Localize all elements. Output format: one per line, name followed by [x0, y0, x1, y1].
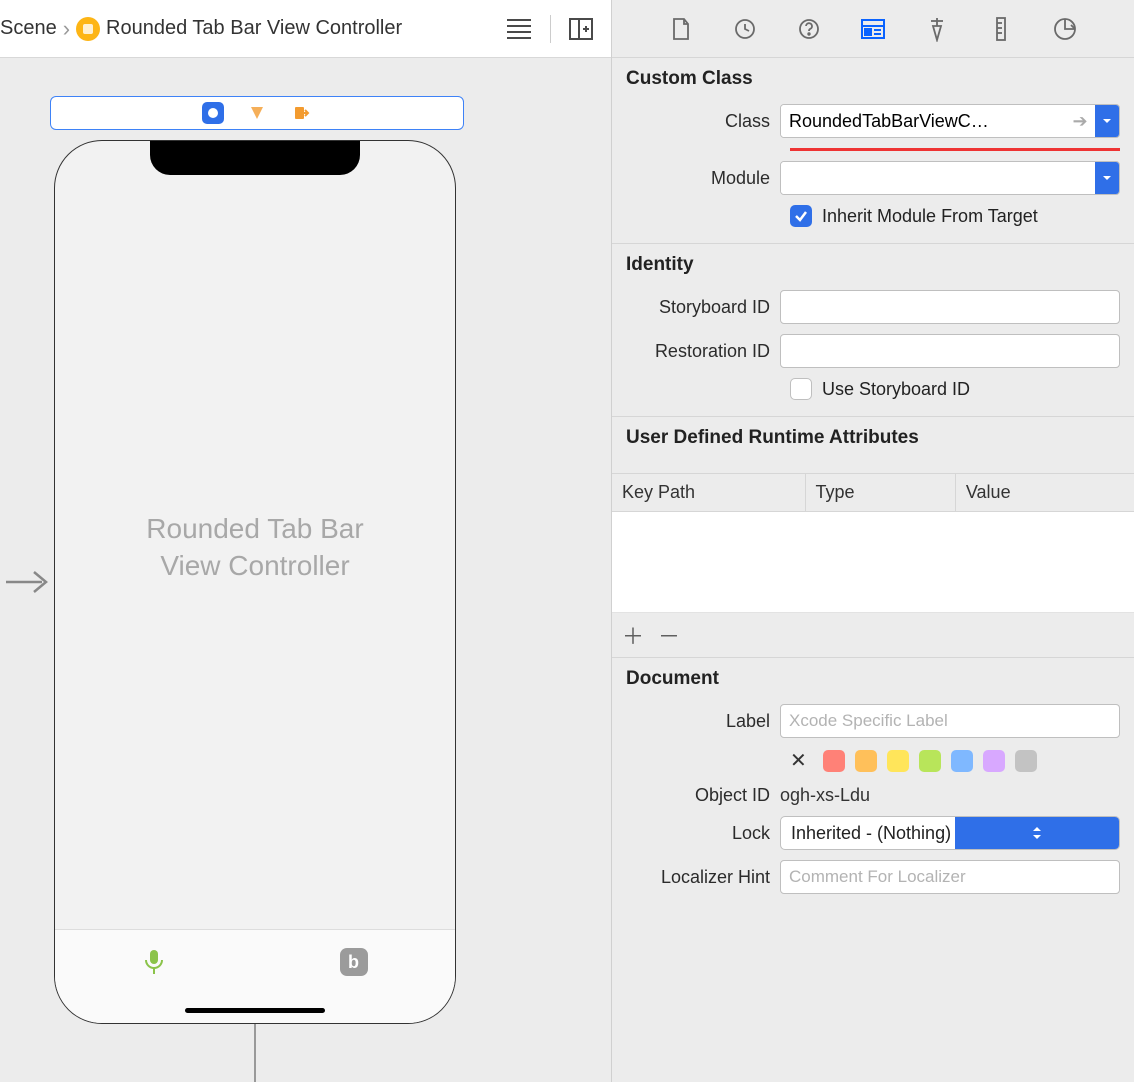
home-indicator	[185, 1008, 325, 1013]
localizer-hint-label: Localizer Hint	[626, 867, 780, 888]
clear-label-color-icon[interactable]: ✕	[790, 748, 807, 773]
udra-col-type[interactable]: Type	[806, 474, 956, 511]
inherit-module-checkbox[interactable]	[790, 205, 812, 227]
tab-item-b-icon[interactable]: b	[340, 948, 368, 976]
first-responder-icon[interactable]	[246, 102, 268, 124]
device-notch	[150, 141, 360, 175]
udra-col-keypath[interactable]: Key Path	[612, 474, 806, 511]
document-section: Document Label ✕ Object ID ogh-xs-Ldu Lo…	[612, 658, 1134, 920]
object-id-value: ogh-xs-Ldu	[780, 785, 1120, 806]
swatch-gray[interactable]	[1015, 750, 1037, 772]
viewcontroller-object-icon[interactable]	[202, 102, 224, 124]
swatch-purple[interactable]	[983, 750, 1005, 772]
module-combobox[interactable]	[780, 161, 1120, 195]
udra-table-header: Key Path Type Value	[612, 473, 1134, 512]
swatch-yellow[interactable]	[887, 750, 909, 772]
use-storyboard-id-checkbox[interactable]	[790, 378, 812, 400]
size-inspector-tab-icon[interactable]	[986, 14, 1016, 44]
swatch-green[interactable]	[919, 750, 941, 772]
help-inspector-tab-icon[interactable]	[794, 14, 824, 44]
udra-section: User Defined Runtime Attributes Key Path…	[612, 417, 1134, 658]
document-title: Document	[626, 668, 1120, 690]
scene-object-bar[interactable]	[50, 96, 464, 130]
udra-col-value[interactable]: Value	[956, 474, 1134, 511]
restoration-id-label: Restoration ID	[626, 341, 780, 362]
canvas-area: Scene › Rounded Tab Bar View Controller	[0, 0, 612, 1082]
class-input[interactable]	[781, 105, 1065, 137]
segue-line	[254, 1024, 256, 1082]
separator	[550, 15, 551, 43]
label-color-swatches: ✕	[790, 748, 1120, 773]
module-dropdown-icon[interactable]	[1095, 162, 1119, 194]
udra-title: User Defined Runtime Attributes	[612, 427, 1134, 459]
udra-add-button[interactable]: ＋	[622, 619, 644, 651]
lock-value: Inherited - (Nothing)	[791, 823, 955, 844]
module-label: Module	[626, 168, 780, 189]
canvas-topbar: Scene › Rounded Tab Bar View Controller	[0, 0, 611, 58]
breadcrumb-item-controller[interactable]: Rounded Tab Bar View Controller	[106, 17, 402, 40]
attributes-inspector-tab-icon[interactable]	[922, 14, 952, 44]
history-inspector-tab-icon[interactable]	[730, 14, 760, 44]
udra-table-body[interactable]	[612, 512, 1134, 612]
identity-section: Identity Storyboard ID Restoration ID Us…	[612, 244, 1134, 417]
identity-title: Identity	[626, 254, 1120, 276]
inspector-tabs	[612, 0, 1134, 58]
inspector-panel: Custom Class Class ➔ Module	[612, 0, 1134, 1082]
class-label: Class	[626, 111, 780, 132]
inherit-module-label: Inherit Module From Target	[822, 206, 1038, 227]
breadcrumb-item-scene[interactable]: Scene	[0, 17, 57, 40]
doc-label-input[interactable]	[780, 704, 1120, 738]
scene-placeholder-label: Rounded Tab Bar View Controller	[55, 511, 455, 584]
class-dropdown-icon[interactable]	[1095, 105, 1119, 137]
localizer-hint-input[interactable]	[780, 860, 1120, 894]
breadcrumb: Scene › Rounded Tab Bar View Controller	[0, 16, 506, 42]
outline-icon[interactable]	[506, 18, 532, 40]
connections-inspector-tab-icon[interactable]	[1050, 14, 1080, 44]
jump-to-class-icon[interactable]: ➔	[1065, 111, 1095, 132]
microphone-icon[interactable]	[143, 948, 165, 979]
storyboard-id-label: Storyboard ID	[626, 297, 780, 318]
class-combobox[interactable]: ➔	[780, 104, 1120, 138]
custom-class-title: Custom Class	[626, 68, 1120, 90]
restoration-id-input[interactable]	[780, 334, 1120, 368]
exit-icon[interactable]	[290, 102, 312, 124]
storyboard-id-input[interactable]	[780, 290, 1120, 324]
file-inspector-tab-icon[interactable]	[666, 14, 696, 44]
device-frame[interactable]: Rounded Tab Bar View Controller b	[54, 140, 456, 1024]
lock-dropdown-icon[interactable]	[955, 817, 1119, 849]
identity-inspector-tab-icon[interactable]	[858, 14, 888, 44]
viewcontroller-icon	[76, 17, 100, 41]
add-panel-icon[interactable]	[569, 18, 593, 40]
custom-class-section: Custom Class Class ➔ Module	[612, 58, 1134, 244]
use-storyboard-id-label: Use Storyboard ID	[822, 379, 970, 400]
chevron-right-icon: ›	[63, 16, 70, 42]
doc-label-label: Label	[626, 711, 780, 732]
swatch-orange[interactable]	[855, 750, 877, 772]
object-id-label: Object ID	[626, 785, 780, 806]
udra-remove-button[interactable]: －	[658, 619, 680, 651]
lock-label: Lock	[626, 823, 780, 844]
swatch-red[interactable]	[823, 750, 845, 772]
lock-select[interactable]: Inherited - (Nothing)	[780, 816, 1120, 850]
class-underline-highlight	[790, 148, 1120, 151]
swatch-blue[interactable]	[951, 750, 973, 772]
module-input[interactable]	[781, 162, 1095, 194]
entry-point-arrow-icon[interactable]	[6, 568, 50, 599]
udra-buttons: ＋ －	[612, 612, 1134, 657]
